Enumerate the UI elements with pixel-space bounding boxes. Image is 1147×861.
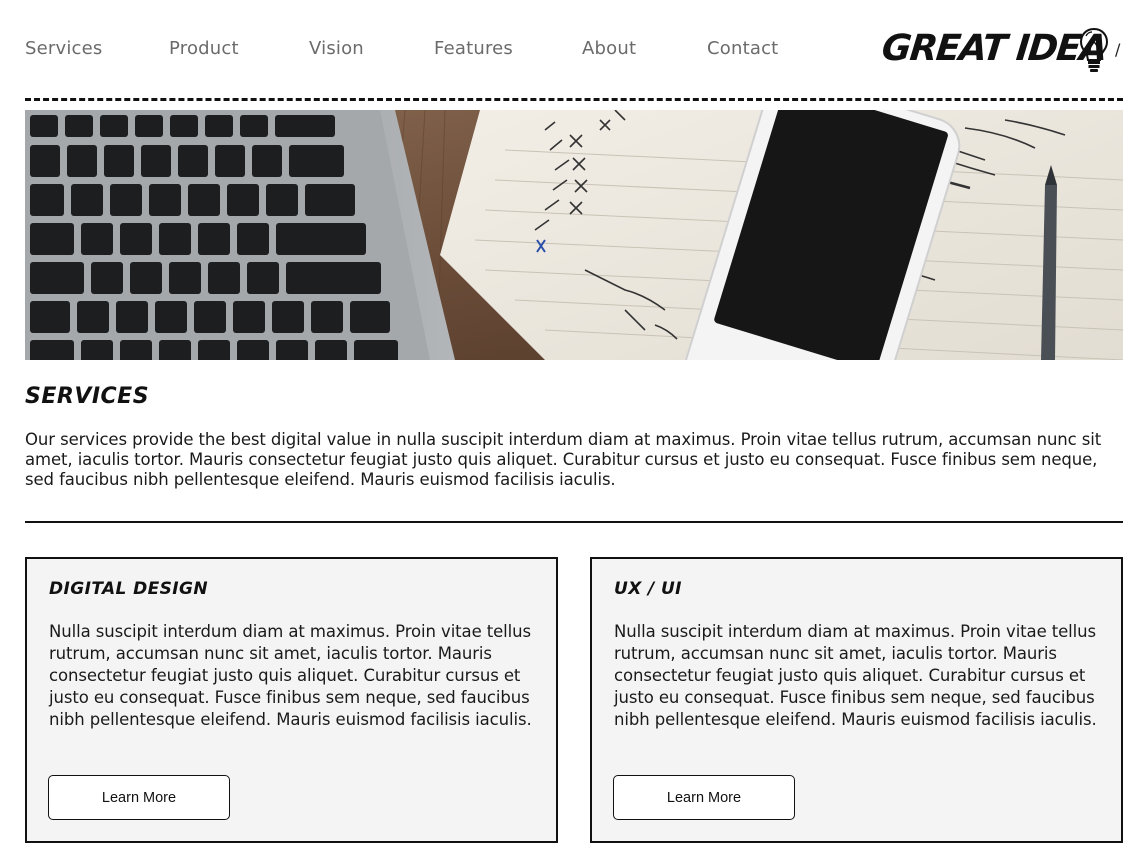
section-divider (25, 521, 1123, 523)
services-title: Services (25, 384, 150, 409)
learn-more-button[interactable]: Learn More (48, 775, 230, 820)
card-text: Nulla suscipit interdum diam at maximus.… (614, 622, 1097, 729)
card-title: Digital Design (49, 579, 208, 599)
header-divider (25, 98, 1123, 101)
brand-logo[interactable]: GREAT IDEA / (879, 26, 1132, 74)
services-description: Our services provide the best digital va… (25, 430, 1102, 489)
nav-link-features[interactable]: Features (434, 38, 513, 59)
main-nav: Services Product Vision Features About C… (25, 38, 785, 64)
nav-link-product[interactable]: Product (169, 38, 239, 59)
nav-link-about[interactable]: About (582, 38, 636, 59)
card-title: UX / UI (614, 579, 682, 599)
logo-text: GREAT IDEA (879, 28, 1109, 69)
nav-link-contact[interactable]: Contact (707, 38, 778, 59)
card-text: Nulla suscipit interdum diam at maximus.… (49, 622, 532, 729)
nav-link-vision[interactable]: Vision (309, 38, 364, 59)
service-card-digital-design: Digital Design Nulla suscipit interdum d… (25, 557, 558, 843)
hero-image (25, 110, 1123, 360)
nav-link-services[interactable]: Services (25, 38, 103, 59)
service-card-ux-ui: UX / UI Nulla suscipit interdum diam at … (590, 557, 1123, 843)
logo-suffix: / (1115, 40, 1121, 59)
hero-photo (25, 110, 1123, 360)
learn-more-button[interactable]: Learn More (613, 775, 795, 820)
lightbulb-icon (1079, 27, 1109, 72)
